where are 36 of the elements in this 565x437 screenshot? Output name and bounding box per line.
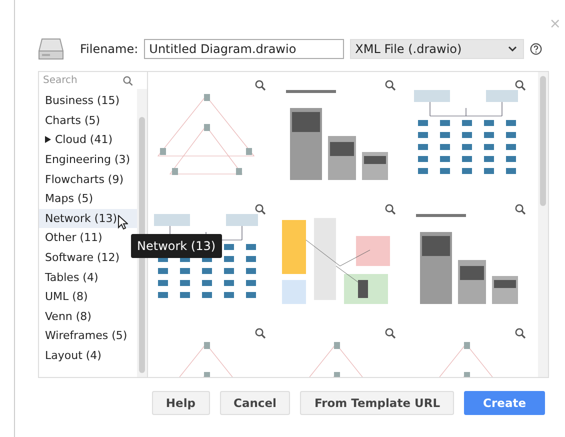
- search-field[interactable]: Search: [43, 75, 123, 86]
- zoom-icon[interactable]: [385, 328, 396, 339]
- dialog-button[interactable]: Help: [152, 391, 210, 415]
- zoom-icon[interactable]: [515, 204, 526, 215]
- category-item[interactable]: Cloud (41): [39, 130, 137, 150]
- category-item[interactable]: Business (15): [39, 91, 137, 111]
- filename-label: Filename:: [80, 42, 138, 56]
- filename-field[interactable]: Untitled Diagram.drawio: [144, 39, 344, 59]
- category-item[interactable]: Engineering (3): [39, 150, 137, 170]
- category-item[interactable]: Layout (4): [39, 346, 137, 366]
- hard-drive-icon: [38, 37, 64, 61]
- zoom-icon[interactable]: [255, 328, 266, 339]
- zoom-icon[interactable]: [255, 204, 266, 215]
- zoom-icon[interactable]: [515, 80, 526, 91]
- zoom-icon[interactable]: [515, 328, 526, 339]
- help-icon[interactable]: [530, 43, 542, 55]
- category-item[interactable]: Venn (8): [39, 306, 137, 326]
- category-item[interactable]: Tables (4): [39, 267, 137, 287]
- search-icon: [123, 76, 133, 86]
- chevron-down-icon: [508, 46, 518, 52]
- zoom-icon[interactable]: [255, 80, 266, 91]
- mouse-pointer-icon: [118, 214, 128, 230]
- category-item[interactable]: Network (13): [39, 208, 137, 228]
- category-item[interactable]: Maps (5): [39, 188, 137, 209]
- scrollbar-thumb[interactable]: [540, 76, 546, 206]
- category-item[interactable]: Wireframes (5): [39, 326, 137, 346]
- dialog-button[interactable]: Cancel: [220, 391, 290, 415]
- expand-arrow-icon: [45, 136, 51, 144]
- zoom-icon[interactable]: [385, 204, 396, 215]
- category-item[interactable]: UML (8): [39, 286, 137, 307]
- category-item[interactable]: Flowcharts (9): [39, 169, 137, 189]
- dialog-button[interactable]: From Template URL: [300, 391, 454, 415]
- zoom-icon[interactable]: [385, 80, 396, 91]
- tooltip: Network (13): [131, 234, 222, 258]
- format-dropdown[interactable]: XML File (.drawio): [350, 39, 524, 59]
- category-item[interactable]: Charts (5): [39, 110, 137, 130]
